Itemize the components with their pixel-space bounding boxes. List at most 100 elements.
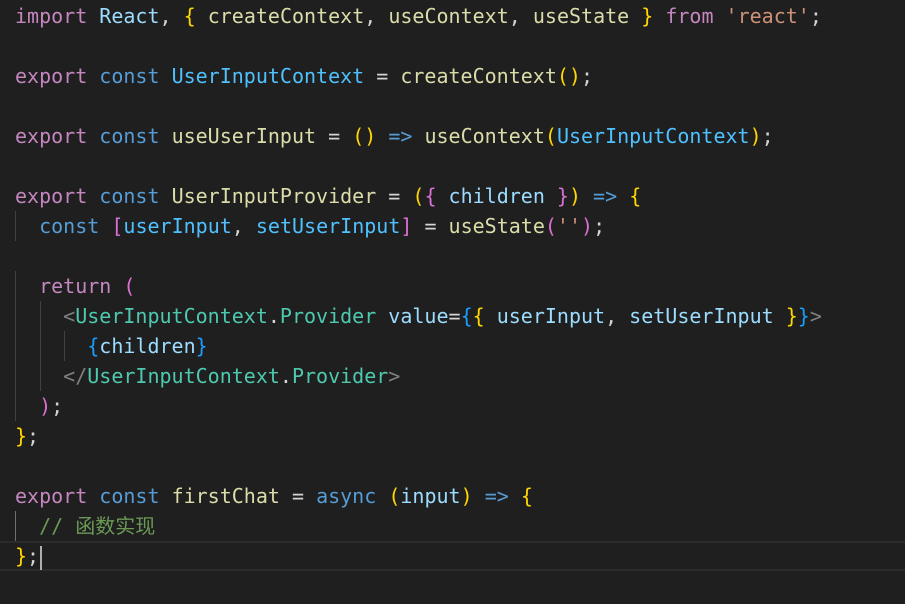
code-line[interactable] [0, 31, 905, 61]
code-text: export const firstChat = async (input) =… [15, 481, 533, 511]
code-line[interactable] [0, 91, 905, 121]
code-token: . [279, 364, 292, 388]
code-line[interactable]: const [userInput, setUserInput] = useSta… [0, 211, 905, 241]
code-line[interactable]: <UserInputContext.Provider value={{ user… [0, 301, 905, 331]
code-line[interactable]: export const useUserInput = () => useCon… [0, 121, 905, 151]
code-token: = [364, 64, 401, 88]
code-token: createContext [207, 4, 365, 28]
code-line[interactable]: }; [0, 421, 905, 451]
code-text: import React, { createContext, useContex… [15, 1, 822, 31]
code-token: ) [749, 124, 762, 148]
code-token: => [484, 484, 509, 508]
code-token: ] [400, 214, 413, 238]
code-token: from [665, 4, 714, 28]
code-token: export [15, 124, 88, 148]
code-token: { [87, 334, 100, 358]
code-token: userInput [123, 214, 232, 238]
code-token: value [388, 304, 449, 328]
code-editor[interactable]: import React, { createContext, useContex… [0, 0, 905, 604]
code-token: { [460, 304, 473, 328]
code-token: ( [123, 274, 136, 298]
code-token: } [785, 304, 798, 328]
code-token: // 函数实现 [39, 514, 156, 538]
code-token: = [316, 124, 353, 148]
code-text: }; [15, 541, 43, 571]
code-token: { [472, 304, 485, 328]
code-token: React [99, 4, 160, 28]
code-token: , [159, 4, 184, 28]
code-token: [ [111, 214, 124, 238]
code-line[interactable] [0, 151, 905, 181]
code-line[interactable]: export const UserInputProvider = ({ chil… [0, 181, 905, 211]
code-line[interactable]: export const UserInputContext = createCo… [0, 61, 905, 91]
code-token: firstChat [171, 484, 280, 508]
code-token: createContext [400, 64, 557, 88]
code-text: }; [15, 421, 39, 451]
code-text: export const UserInputContext = createCo… [15, 61, 593, 91]
code-token: ) [568, 184, 581, 208]
code-token: ; [580, 64, 594, 88]
code-token: ) [460, 484, 473, 508]
code-token: > [388, 364, 401, 388]
code-token: } [195, 334, 208, 358]
code-token: , [605, 304, 630, 328]
code-token: ; [51, 394, 64, 418]
code-token: </ [63, 364, 88, 388]
code-token: UserInputContext [556, 124, 750, 148]
code-token: > [809, 304, 822, 328]
code-token: const [99, 184, 160, 208]
code-text: {children} [15, 331, 208, 361]
code-text: </UserInputContext.Provider> [15, 361, 400, 391]
code-token: UserInputProvider [171, 184, 377, 208]
code-line[interactable]: import React, { createContext, useContex… [0, 1, 905, 31]
code-text: // 函数实现 [15, 511, 155, 541]
code-token: ; [809, 4, 822, 28]
code-token: ( [412, 184, 425, 208]
code-token: } [15, 544, 28, 568]
code-line[interactable]: return ( [0, 271, 905, 301]
code-line[interactable]: }; [0, 541, 905, 571]
code-token: input [400, 484, 461, 508]
code-line[interactable]: // 函数实现 [0, 511, 905, 541]
code-token: { [183, 4, 196, 28]
code-token: useUserInput [171, 124, 317, 148]
code-token: UserInputContext [171, 64, 365, 88]
code-text: <UserInputContext.Provider value={{ user… [15, 301, 822, 331]
code-text: export const UserInputProvider = ({ chil… [15, 181, 641, 211]
code-line[interactable] [0, 451, 905, 481]
code-token: children [99, 334, 196, 358]
code-token: setUserInput [629, 304, 774, 328]
code-token: ( [544, 214, 557, 238]
code-line[interactable]: {children} [0, 331, 905, 361]
code-token: UserInputContext [75, 304, 268, 328]
code-token: export [15, 484, 88, 508]
code-token: { [629, 184, 642, 208]
code-line[interactable]: </UserInputContext.Provider> [0, 361, 905, 391]
code-token: ( [388, 484, 401, 508]
code-line[interactable] [0, 241, 905, 271]
code-token: } [641, 4, 654, 28]
code-token: => [388, 124, 413, 148]
code-line[interactable]: export const firstChat = async (input) =… [0, 481, 905, 511]
code-text: ); [15, 391, 63, 421]
code-token: . [267, 304, 280, 328]
code-token: '' [556, 214, 582, 238]
code-line[interactable]: ); [0, 391, 905, 421]
code-token: children [448, 184, 545, 208]
code-token: const [99, 64, 160, 88]
